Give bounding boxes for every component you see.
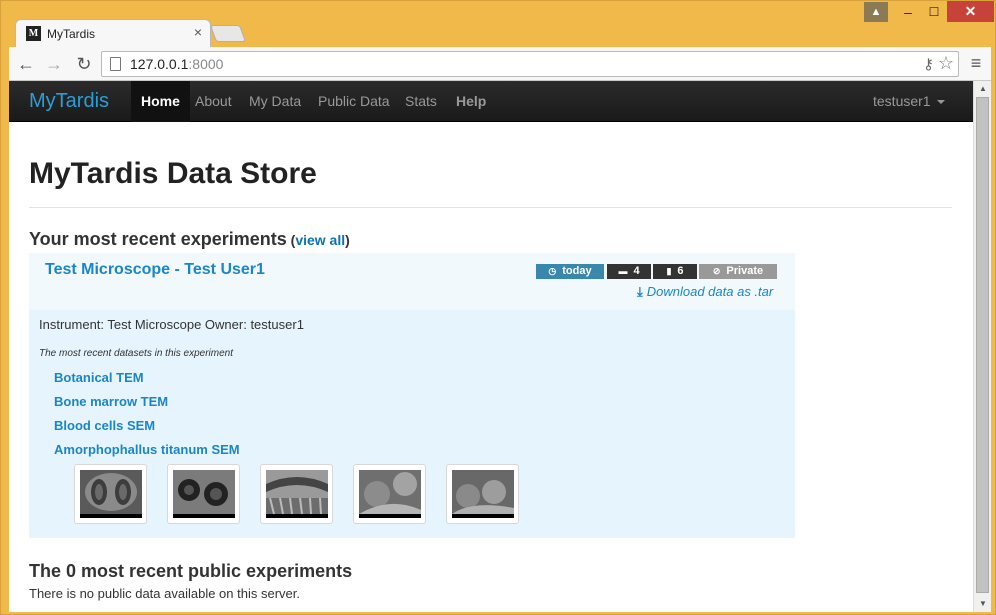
title-bar: M MyTardis × ▲ – ☐ ✕ — [1, 1, 996, 47]
visibility-badge: ⊘ Private — [699, 264, 777, 279]
blood-cells-sem-thumbnail-icon — [359, 470, 421, 518]
blood-cells-sem-thumbnail-2-icon — [452, 470, 514, 518]
experiment-body: Instrument: Test Microscope Owner: testu… — [29, 310, 795, 538]
tab-close-icon[interactable]: × — [194, 25, 202, 39]
maximize-button[interactable]: ☐ — [921, 2, 947, 22]
key-icon[interactable]: ⚷ — [923, 55, 934, 73]
file-icon: ▮ — [666, 266, 672, 276]
dataset-thumbnail[interactable] — [260, 464, 333, 524]
browser-window: M MyTardis × ▲ – ☐ ✕ ← → ↻ 127.0.0.1:800… — [0, 0, 996, 615]
dataset-link[interactable]: Amorphophallus titanum SEM — [54, 442, 240, 457]
dataset-count-badge: ▬ 4 — [607, 264, 651, 279]
scroll-thumb[interactable] — [976, 97, 989, 593]
dataset-link[interactable]: Bone marrow TEM — [54, 394, 168, 409]
bookmark-star-icon[interactable]: ☆ — [938, 53, 954, 74]
close-window-button[interactable]: ✕ — [947, 1, 994, 22]
divider — [29, 207, 952, 208]
experiment-header: Test Microscope - Test User1 ◷ today ▬ 4 ▮… — [29, 253, 795, 310]
reload-icon[interactable]: ↻ — [73, 53, 95, 75]
scroll-down-icon[interactable]: ▼ — [974, 596, 991, 612]
caret-down-icon — [936, 100, 945, 105]
dataset-thumbnail[interactable] — [446, 464, 519, 524]
scroll-up-icon[interactable]: ▲ — [974, 81, 991, 97]
dataset-thumbnail[interactable] — [74, 464, 147, 524]
browser-toolbar: ← → ↻ 127.0.0.1:8000 ⚷ ☆ ≡ — [9, 47, 991, 81]
page-viewport: MyTardis Home About My Data Public Data … — [9, 81, 991, 612]
chrome-menu-icon[interactable]: ≡ — [967, 53, 985, 73]
botanical-tem-thumbnail-icon — [80, 470, 142, 518]
experiment-info: Instrument: Test Microscope Owner: testu… — [39, 317, 304, 332]
dataset-thumbnail[interactable] — [353, 464, 426, 524]
new-tab-button[interactable] — [209, 25, 247, 42]
bone-marrow-tem-thumbnail-icon — [173, 470, 235, 518]
address-bar[interactable]: 127.0.0.1:8000 ⚷ ☆ — [101, 51, 959, 77]
page-icon — [110, 57, 121, 71]
public-experiments-heading: The 0 most recent public experiments — [29, 561, 353, 581]
dataset-thumbnail[interactable] — [167, 464, 240, 524]
vertical-scrollbar[interactable]: ▲ ▼ — [973, 81, 991, 612]
profile-icon[interactable]: ▲ — [864, 2, 888, 22]
nav-home[interactable]: Home — [131, 81, 190, 122]
favicon-icon: M — [26, 26, 41, 41]
view-all-link[interactable]: view all — [295, 232, 345, 248]
dataset-link[interactable]: Botanical TEM — [54, 370, 144, 385]
brand-link[interactable]: MyTardis — [29, 90, 109, 113]
download-icon: ⤓ — [637, 284, 643, 299]
datafile-count-badge: ▮ 6 — [653, 264, 697, 279]
tab-title: MyTardis — [47, 27, 96, 41]
page-title: MyTardis Data Store — [29, 157, 317, 190]
folder-icon: ▬ — [618, 266, 628, 276]
dataset-link[interactable]: Blood cells SEM — [54, 418, 155, 433]
forward-arrow-icon[interactable]: → — [43, 53, 65, 75]
nav-about[interactable]: About — [185, 81, 242, 122]
tissue-sem-thumbnail-icon — [266, 470, 328, 518]
nav-stats[interactable]: Stats — [395, 81, 447, 122]
eye-slash-icon: ⊘ — [712, 266, 721, 276]
browser-tab[interactable]: M MyTardis × — [15, 19, 211, 47]
nav-help[interactable]: Help — [446, 81, 496, 122]
experiment-title-link[interactable]: Test Microscope - Test User1 — [45, 261, 265, 279]
download-tar-link[interactable]: ⤓ Download data as .tar — [637, 284, 773, 300]
date-badge: ◷ today — [536, 264, 604, 279]
url-text: 127.0.0.1:8000 — [130, 56, 224, 72]
user-menu[interactable]: testuser1 — [873, 81, 945, 122]
clock-icon: ◷ — [548, 266, 557, 276]
minimize-button[interactable]: – — [895, 2, 921, 22]
public-experiments-text: There is no public data available on thi… — [29, 586, 300, 601]
nav-public-data[interactable]: Public Data — [308, 81, 400, 122]
back-arrow-icon[interactable]: ← — [15, 53, 37, 75]
nav-my-data[interactable]: My Data — [239, 81, 311, 122]
recent-experiments-heading: Your most recent experiments (view all) — [29, 229, 350, 249]
datasets-label: The most recent datasets in this experim… — [39, 348, 233, 359]
site-navbar: MyTardis Home About My Data Public Data … — [9, 81, 973, 122]
